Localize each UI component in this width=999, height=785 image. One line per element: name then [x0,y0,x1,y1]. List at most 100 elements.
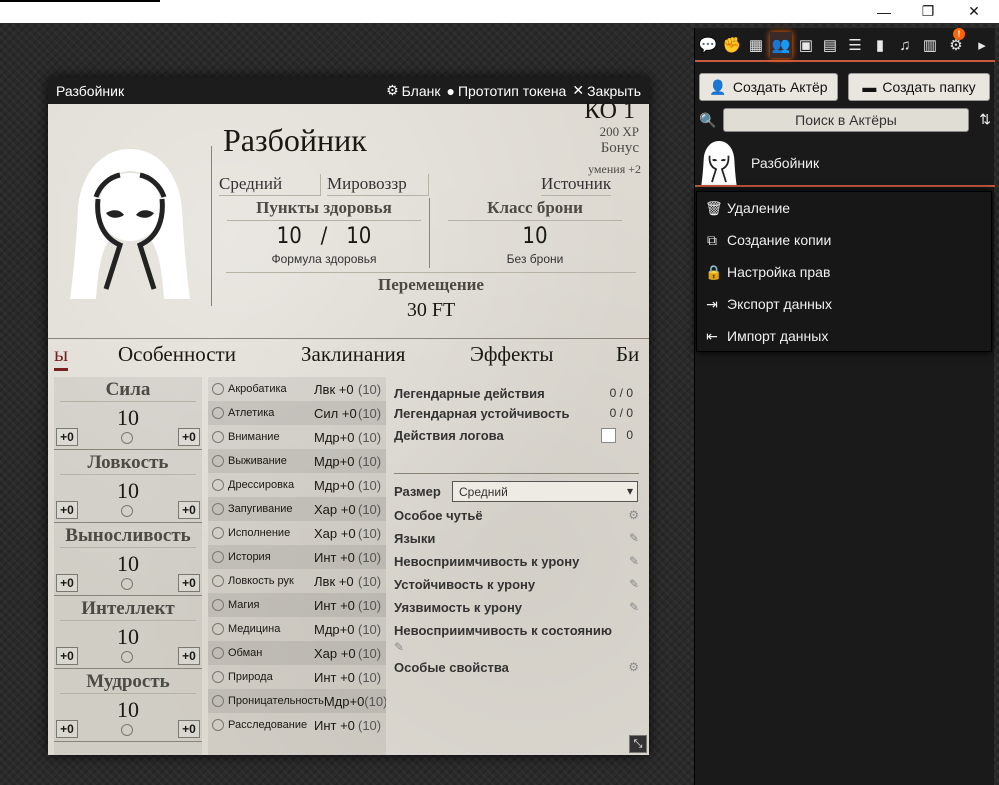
create-folder-button[interactable]: ▬ Создать папку [848,73,990,101]
skill-name[interactable]: Магия [228,599,314,611]
save-proficiency-toggle[interactable] [121,724,133,736]
skill-row[interactable]: Внимание Мдр+0 (10) [208,425,386,449]
skill-name[interactable]: Ловкость рук [228,575,314,587]
proficiency-toggle[interactable] [212,623,224,635]
skill-name[interactable]: Проницательность [228,695,324,707]
hp-max-input[interactable]: 10 [346,224,371,249]
size-select[interactable]: Средний ▾ [452,481,638,502]
gear-icon[interactable]: ⚙ [628,508,639,522]
save-proficiency-toggle[interactable] [121,432,133,444]
tab-spells[interactable]: Заклинания [301,342,405,367]
ability-save[interactable]: +0 [178,574,200,592]
skill-row[interactable]: Акробатика Лвк +0 (10) [208,377,386,401]
proficiency-toggle[interactable] [212,575,224,587]
sheet-header[interactable]: Разбойник ⚙ Бланк ● Прототип токена ✕ За… [48,77,649,104]
playlists-music-icon[interactable]: ♫ [894,32,916,58]
proficiency-toggle[interactable] [212,647,224,659]
skill-row[interactable]: История Инт +0 (10) [208,545,386,569]
size-field[interactable]: Средний [219,174,321,196]
sheet-config-button[interactable]: ⚙ Бланк [386,82,440,99]
edit-icon[interactable]: ✎ [394,640,404,654]
tab-features[interactable]: Особенности [118,342,236,367]
edit-icon[interactable]: ✎ [629,554,639,568]
actor-list-item[interactable]: Разбойник [695,141,995,187]
proficiency-toggle[interactable] [212,695,224,707]
edit-icon[interactable]: ✎ [629,577,639,591]
context-export[interactable]: ⇥ Экспорт данных [705,293,832,315]
edit-icon[interactable]: ✎ [629,531,639,545]
skill-name[interactable]: История [228,551,314,563]
collapse-chevron-icon[interactable]: ▸ [971,32,993,58]
context-duplicate[interactable]: ⧉ Создание копии [705,229,831,251]
skill-row[interactable]: Магия Инт +0 (10) [208,593,386,617]
chat-icon[interactable]: 💬 [697,32,719,58]
proficiency-toggle[interactable] [212,671,224,683]
save-proficiency-toggle[interactable] [121,505,133,517]
ability-save[interactable]: +0 [178,428,200,446]
journal-book-icon[interactable]: ▤ [819,32,841,58]
skill-name[interactable]: Внимание [228,431,314,443]
proficiency-toggle[interactable] [212,407,224,419]
proficiency-toggle[interactable] [212,431,224,443]
ac-value[interactable]: 10 [440,224,630,249]
actor-portrait[interactable] [70,149,190,299]
movement-box[interactable]: Перемещение 30 FT [226,272,636,322]
skill-name[interactable]: Расследование [228,719,314,731]
skill-name[interactable]: Природа [228,671,314,683]
proficiency-toggle[interactable] [212,455,224,467]
combat-icon[interactable]: ✊ [721,32,743,58]
lair-checkbox[interactable] [601,427,617,443]
ability-name[interactable]: Сила [60,377,196,402]
skill-name[interactable]: Исполнение [228,527,314,539]
cards-icon[interactable]: ▮ [869,32,891,58]
ability-save[interactable]: +0 [178,501,200,519]
proficiency-toggle[interactable] [212,503,224,515]
legendary-resistance-value[interactable]: 0 / 0 [610,406,633,420]
items-suitcase-icon[interactable]: ▣ [795,32,817,58]
skill-row[interactable]: Исполнение Хар +0 (10) [208,521,386,545]
proficiency-toggle[interactable] [212,551,224,563]
compendium-atlas-icon[interactable]: ▥ [919,32,941,58]
close-window-button[interactable]: ✕ [954,0,994,23]
alignment-field[interactable]: Мировоззр [327,174,429,196]
ability-name[interactable]: Мудрость [60,669,196,694]
resize-handle-icon[interactable]: ⤡ [629,735,647,753]
proficiency-toggle[interactable] [212,527,224,539]
skill-row[interactable]: Расследование Инт +0 (10) [208,713,386,737]
skill-row[interactable]: Выживание Мдр+0 (10) [208,449,386,473]
actor-name[interactable]: Разбойник [223,122,367,159]
skill-name[interactable]: Запугивание [228,503,314,515]
skill-row[interactable]: Природа Инт +0 (10) [208,665,386,689]
tables-list-icon[interactable]: ☰ [844,32,866,58]
context-delete[interactable]: 🗑 Удаление [705,197,790,219]
actors-users-icon[interactable]: 👥 [770,32,792,58]
proficiency-toggle[interactable] [212,383,224,395]
skill-name[interactable]: Выживание [228,455,314,467]
ability-name[interactable]: Выносливость [60,523,196,548]
proficiency-toggle[interactable] [212,479,224,491]
lair-value[interactable]: 0 [626,428,633,442]
skill-row[interactable]: Атлетика Сил +0 (10) [208,401,386,425]
ability-save[interactable]: +0 [178,720,200,738]
scenes-map-icon[interactable]: ▦ [745,32,767,58]
sort-icon[interactable]: ⇅ [979,111,991,128]
hp-current-input[interactable]: 10 [277,224,302,249]
source-field[interactable]: Источник [541,174,612,196]
tab-attributes[interactable]: ы [54,342,69,371]
skill-row[interactable]: Обман Хар +0 (10) [208,641,386,665]
context-permissions[interactable]: 🔒 Настройка прав [705,261,830,283]
skill-name[interactable]: Акробатика [228,383,314,395]
skill-name[interactable]: Атлетика [228,407,314,419]
skill-row[interactable]: Проницательность Мдр+0 (10) [208,689,386,713]
skill-row[interactable]: Медицина Мдр+0 (10) [208,617,386,641]
legendary-actions-value[interactable]: 0 / 0 [610,386,633,400]
tab-biography[interactable]: Би [616,342,639,367]
proficiency-toggle[interactable] [212,719,224,731]
tab-effects[interactable]: Эффекты [470,342,554,367]
edit-icon[interactable]: ✎ [629,600,639,614]
ability-name[interactable]: Ловкость [60,450,196,475]
token-config-button[interactable]: ● Прототип токена [446,83,566,99]
skill-row[interactable]: Ловкость рук Лвк +0 (10) [208,569,386,593]
maximize-button[interactable]: ❐ [908,0,948,23]
hp-formula[interactable]: Формула здоровья [219,252,429,266]
